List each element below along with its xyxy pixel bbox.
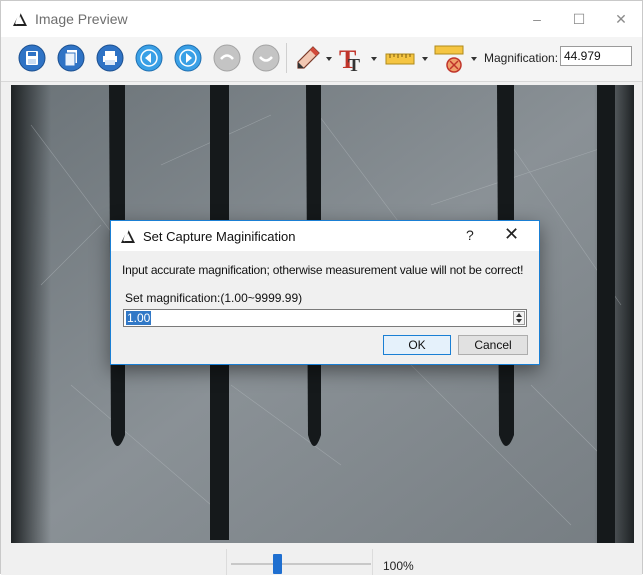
- spin-arrows-icon[interactable]: [513, 311, 525, 325]
- next-icon: [174, 44, 202, 72]
- copy-icon: [57, 44, 85, 72]
- measure-ruler-button[interactable]: [383, 41, 417, 75]
- dialog-close-button[interactable]: ✕: [504, 224, 519, 245]
- maximize-button[interactable]: ☐: [556, 1, 602, 37]
- draw-pencil-button[interactable]: [291, 41, 325, 75]
- save-icon: [18, 44, 46, 72]
- pencil-dropdown-arrow-icon[interactable]: [326, 57, 332, 61]
- magnification-spinbox[interactable]: 1.00: [123, 309, 527, 327]
- magnification-field[interactable]: 44.979: [560, 46, 632, 66]
- calibrate-button[interactable]: [432, 41, 466, 75]
- help-button[interactable]: ?: [466, 227, 474, 243]
- toolbar-separator: [286, 43, 287, 73]
- calibrate-icon: [434, 45, 464, 73]
- set-magnification-dialog: Set Capture Maginification ? ✕ Input acc…: [110, 220, 540, 365]
- cancel-button[interactable]: Cancel: [458, 335, 528, 355]
- text-icon: T T: [339, 45, 360, 73]
- dialog-message: Input accurate magnification; otherwise …: [122, 263, 524, 277]
- print-icon: [96, 44, 124, 72]
- magnification-label: Magnification:: [484, 51, 559, 65]
- previous-icon: [135, 44, 163, 72]
- previous-button[interactable]: [132, 41, 166, 75]
- pencil-icon: [297, 46, 320, 69]
- redo-button[interactable]: [249, 41, 283, 75]
- minimize-button[interactable]: –: [514, 1, 560, 37]
- undo-icon: [213, 44, 241, 72]
- undo-button[interactable]: [210, 41, 244, 75]
- ruler-dropdown-arrow-icon[interactable]: [422, 57, 428, 61]
- dialog-title: Set Capture Maginification: [143, 229, 296, 244]
- magnification-spinbox-value: 1.00: [126, 311, 152, 325]
- window-title: Image Preview: [35, 11, 128, 27]
- zoom-percent-label: 100%: [383, 559, 414, 573]
- status-bar: [1, 547, 642, 575]
- ok-button[interactable]: OK: [383, 335, 451, 355]
- print-button[interactable]: [93, 41, 127, 75]
- save-button[interactable]: [15, 41, 49, 75]
- title-bar: Image Preview – ☐ ✕: [1, 1, 642, 37]
- zoom-slider-track[interactable]: [231, 563, 371, 565]
- text-dropdown-arrow-icon[interactable]: [371, 57, 377, 61]
- ruler-icon: [385, 53, 415, 65]
- copy-button[interactable]: [54, 41, 88, 75]
- dialog-title-bar: Set Capture Maginification ? ✕: [111, 221, 539, 251]
- image-preview-window: Image Preview – ☐ ✕ T T Magnification: 4…: [0, 0, 643, 575]
- next-button[interactable]: [171, 41, 205, 75]
- text-tool-button[interactable]: T T: [334, 41, 368, 75]
- app-logo-icon: [13, 11, 27, 26]
- svg-text:T: T: [348, 55, 360, 73]
- close-button[interactable]: ✕: [598, 1, 643, 37]
- redo-icon: [252, 44, 280, 72]
- toolbar: T T Magnification: 44.979: [1, 37, 642, 82]
- calibrate-dropdown-arrow-icon[interactable]: [471, 57, 477, 61]
- zoom-slider-right-divider: [372, 549, 373, 575]
- set-magnification-label: Set magnification:(1.00~9999.99): [125, 291, 303, 305]
- zoom-slider-left-divider: [226, 549, 227, 575]
- app-logo-icon: [121, 228, 135, 243]
- zoom-slider-thumb[interactable]: [273, 554, 283, 574]
